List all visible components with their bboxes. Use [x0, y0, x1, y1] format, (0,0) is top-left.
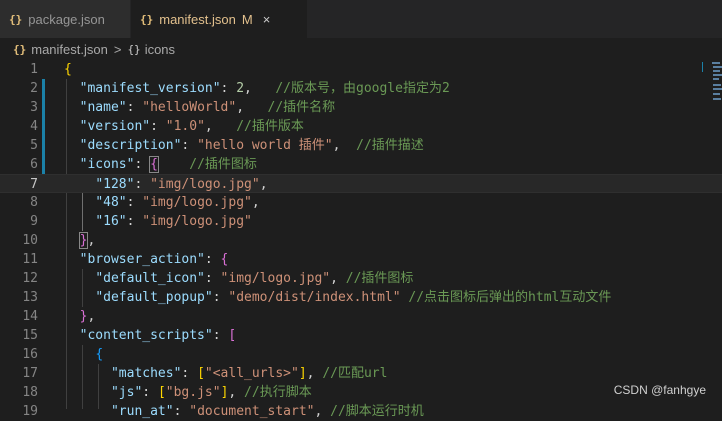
- code-text: "icons": { //插件图标: [79, 156, 257, 173]
- code-line: 1 {: [0, 60, 722, 79]
- minimap-line: [713, 98, 721, 100]
- breadcrumb-file[interactable]: manifest.json: [31, 42, 108, 57]
- git-modified-marker: [42, 155, 45, 174]
- code-text: "default_popup": "demo/dist/index.html" …: [95, 290, 612, 305]
- breadcrumb: {} manifest.json > {} icons: [0, 38, 722, 60]
- modified-indicator: M: [241, 11, 253, 27]
- object-symbol-icon: {}: [127, 42, 141, 56]
- tab-bar: {} package.json {} manifest.json M ×: [0, 0, 722, 38]
- minimap-line: [713, 70, 720, 72]
- code-text: "128": "img/logo.jpg",: [95, 177, 268, 192]
- code-text: "48": "img/logo.jpg",: [95, 195, 260, 210]
- line-number: 7: [30, 177, 38, 192]
- code-line: 3 "name": "helloWorld", //插件名称: [0, 98, 722, 117]
- code-line: 4 "version": "1.0", //插件版本: [0, 117, 722, 136]
- line-number: 11: [22, 252, 38, 267]
- code-text: "16": "img/logo.jpg": [95, 214, 252, 229]
- code-text: "content_scripts": [: [79, 328, 237, 343]
- code-text: "default_icon": "img/logo.jpg", //插件图标: [95, 271, 414, 286]
- minimap-line: [713, 88, 722, 90]
- code-text: "js": ["bg.js"], //执行脚本: [110, 385, 312, 400]
- minimap-line: [713, 74, 722, 76]
- tab-package-json[interactable]: {} package.json: [0, 0, 130, 38]
- line-number: 14: [22, 309, 38, 324]
- code-text: "manifest_version": 2, //版本号，由google指定为2: [79, 81, 450, 96]
- code-line-current: 7 "128": "img/logo.jpg",: [0, 174, 722, 193]
- code-text: {: [95, 347, 104, 362]
- line-number: 18: [22, 385, 38, 400]
- breadcrumb-symbol[interactable]: icons: [145, 42, 175, 57]
- minimap-line: [712, 62, 720, 64]
- minimap-line: [713, 93, 720, 95]
- code-line: 17 "matches": ["<all_urls>"], //匹配url: [0, 364, 722, 383]
- line-number: 12: [22, 271, 38, 286]
- code-line: 5 "description": "hello world 插件", //插件描…: [0, 136, 722, 155]
- line-number: 10: [22, 233, 38, 248]
- line-number: 1: [30, 62, 38, 77]
- code-text: },: [78, 232, 96, 249]
- code-line: 13 "default_popup": "demo/dist/index.htm…: [0, 288, 722, 307]
- git-modified-marker: [42, 98, 45, 117]
- code-line: 11 "browser_action": {: [0, 250, 722, 269]
- line-number: 4: [30, 119, 38, 134]
- code-text: "name": "helloWorld", //插件名称: [79, 100, 336, 115]
- code-line: 6 "icons": { //插件图标: [0, 155, 722, 174]
- code-line: 10 },: [0, 231, 722, 250]
- git-modified-marker: [42, 136, 45, 155]
- line-number: 13: [22, 290, 38, 305]
- line-number: 6: [30, 157, 38, 172]
- code-line: 2 "manifest_version": 2, //版本号，由google指定…: [0, 79, 722, 98]
- json-file-icon: {}: [9, 12, 23, 26]
- close-icon[interactable]: ×: [263, 12, 271, 27]
- json-file-icon: {}: [13, 42, 27, 56]
- minimap-line: [713, 78, 719, 80]
- code-text: },: [79, 309, 96, 324]
- line-number: 3: [30, 100, 38, 115]
- line-number: 15: [22, 328, 38, 343]
- line-number: 2: [30, 81, 38, 96]
- line-number: 8: [30, 195, 38, 210]
- code-text: "browser_action": {: [79, 252, 229, 267]
- code-line: 9 "16": "img/logo.jpg": [0, 212, 722, 231]
- git-modified-marker: [42, 117, 45, 136]
- minimap[interactable]: [702, 60, 722, 110]
- code-editor[interactable]: 1 { 2 "manifest_version": 2, //版本号，由goog…: [0, 60, 722, 419]
- tab-label: package.json: [28, 11, 105, 27]
- line-number: 17: [22, 366, 38, 381]
- json-file-icon: {}: [140, 12, 154, 26]
- watermark: CSDN @fanhgye: [613, 383, 706, 397]
- line-number: 16: [22, 347, 38, 362]
- code-text: "description": "hello world 插件", //插件描述: [79, 138, 424, 153]
- code-text: {: [64, 62, 72, 77]
- git-modified-marker: [42, 79, 45, 98]
- line-number: 5: [30, 138, 38, 153]
- minimap-line: [713, 84, 721, 86]
- line-number: 9: [30, 214, 38, 229]
- code-line: 19 "run_at": "document_start", //脚本运行时机: [0, 402, 722, 421]
- line-number: 19: [22, 404, 38, 419]
- code-line: 12 "default_icon": "img/logo.jpg", //插件图…: [0, 269, 722, 288]
- code-text: "version": "1.0", //插件版本: [79, 119, 304, 134]
- tab-label: manifest.json: [159, 11, 236, 27]
- minimap-change-marker: [702, 62, 703, 72]
- code-line: 8 "48": "img/logo.jpg",: [0, 193, 722, 212]
- code-line: 14 },: [0, 307, 722, 326]
- tab-manifest-json[interactable]: {} manifest.json M ×: [131, 0, 307, 38]
- code-text: "matches": ["<all_urls>"], //匹配url: [110, 366, 388, 381]
- code-text: "run_at": "document_start", //脚本运行时机: [110, 404, 424, 419]
- code-line: 15 "content_scripts": [: [0, 326, 722, 345]
- code-line: 16 {: [0, 345, 722, 364]
- chevron-right-icon: >: [113, 41, 122, 57]
- minimap-line: [713, 66, 722, 68]
